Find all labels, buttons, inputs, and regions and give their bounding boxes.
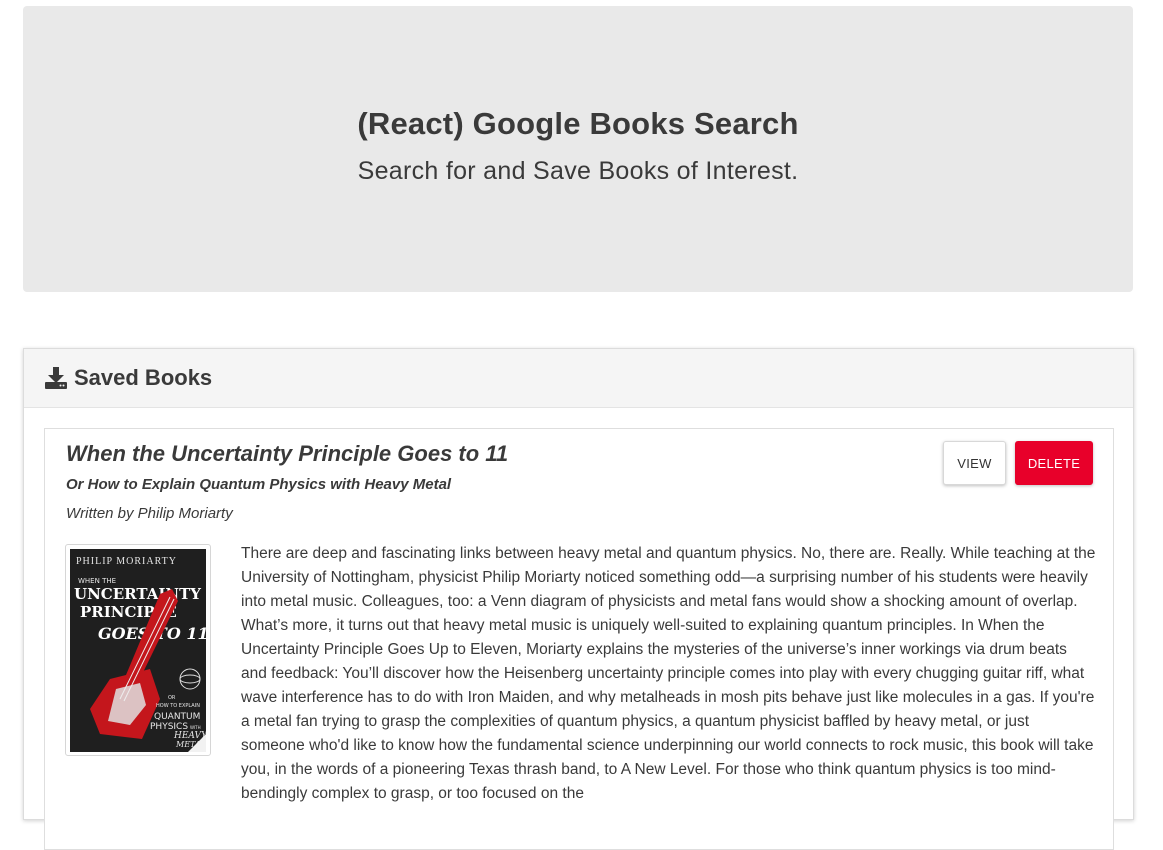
book-cover-image: PHILIP MORIARTY WHEN THE UNCERTAINTY PRI… [65, 544, 211, 756]
saved-books-card: Saved Books When the Uncertainty Princip… [23, 348, 1134, 850]
jumbotron-header: (React) Google Books Search Search for a… [23, 6, 1133, 292]
page-title: (React) Google Books Search [357, 106, 799, 141]
book-item: When the Uncertainty Principle Goes to 1… [44, 428, 1114, 850]
book-cover-art: PHILIP MORIARTY WHEN THE UNCERTAINTY PRI… [70, 549, 206, 752]
page-subtitle: Search for and Save Books of Interest. [357, 157, 799, 185]
book-title: When the Uncertainty Principle Goes to 1… [66, 441, 509, 466]
download-icon [44, 366, 68, 390]
saved-books-header: Saved Books [24, 349, 1133, 408]
view-button[interactable]: VIEW [943, 441, 1006, 485]
delete-button[interactable]: DELETE [1015, 441, 1093, 485]
book-description: There are deep and fascinating links bet… [241, 545, 1096, 802]
cover-lower1: OR [168, 695, 176, 701]
cover-lower5: WITH [190, 725, 201, 730]
cover-line1: WHEN THE [78, 577, 116, 585]
book-author: Written by Philip Moriarty [66, 505, 233, 522]
cover-lower3: QUANTUM [154, 712, 200, 722]
cover-line2: UNCERTAINTY [74, 585, 201, 603]
cover-author-text: PHILIP MORIARTY [76, 556, 177, 567]
book-subtitle: Or How to Explain Quantum Physics with H… [66, 476, 452, 493]
cover-lower2: HOW TO EXPLAIN [156, 703, 200, 709]
saved-books-heading: Saved Books [74, 365, 213, 390]
